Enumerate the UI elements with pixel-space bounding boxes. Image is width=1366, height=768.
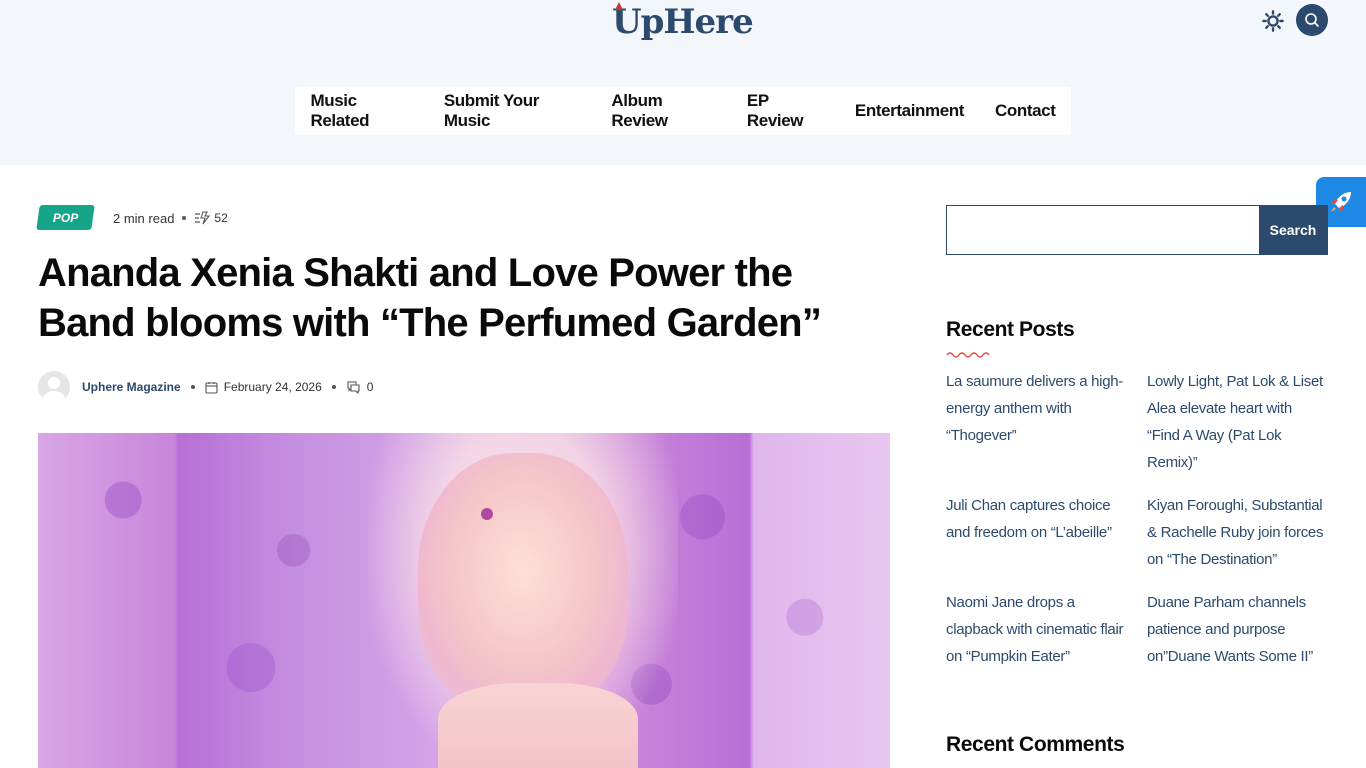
search-icon [1305,13,1319,27]
views-value: 52 [214,211,228,225]
recent-post-link[interactable]: La saumure delivers a high-energy anthem… [946,368,1127,476]
logo-text: UpHere [612,2,754,42]
views-count: 52 [194,211,228,225]
hero-bindi [481,508,493,520]
recent-post-link[interactable]: Duane Parham channels patience and purpo… [1147,589,1328,670]
main-nav: Music Related Submit Your Music Album Re… [295,87,1071,135]
nav-ep-review[interactable]: EP Review [731,91,839,131]
publish-date: February 24, 2026 [205,380,322,394]
calendar-icon [205,381,218,394]
nav-submit-your-music[interactable]: Submit Your Music [428,91,596,131]
sidebar-search: Search [946,205,1328,255]
article-title: Ananda Xenia Shakti and Love Power the B… [38,251,822,345]
author-row: Uphere Magazine February 24, 2026 0 [38,370,373,404]
rocket-icon [1331,192,1351,212]
category-badge[interactable]: POP [36,205,95,230]
meta-separator [190,385,195,389]
recent-post-link[interactable]: Juli Chan captures choice and freedom on… [946,492,1127,573]
recent-post-link[interactable]: Naomi Jane drops a clapback with cinemat… [946,589,1127,670]
site-header: UpHere Music Related Submit Your Music A… [0,0,1366,165]
read-meta: 2 min read 52 [113,208,228,228]
trending-icon [195,211,211,225]
category-label: POP [52,210,79,225]
featured-image [38,433,890,768]
read-time: 2 min read [113,210,175,226]
hero-hands [438,683,638,768]
recent-comments-title: Recent Comments [946,733,1125,756]
squiggle-decoration [946,352,990,358]
nav-album-review[interactable]: Album Review [596,91,732,131]
meta-separator [182,216,187,220]
recent-post-link[interactable]: Kiyan Foroughi, Substantial & Rachelle R… [1147,492,1328,573]
site-logo[interactable]: UpHere [612,2,754,42]
nav-entertainment[interactable]: Entertainment [839,101,979,121]
search-input[interactable] [947,206,1259,254]
nav-music-related[interactable]: Music Related [295,91,428,131]
search-button[interactable]: Search [1259,206,1327,254]
recent-posts-list: La saumure delivers a high-energy anthem… [946,368,1328,670]
author-name[interactable]: Uphere Magazine [82,380,181,394]
avatar[interactable] [38,371,70,403]
header-search-button[interactable] [1296,4,1328,36]
hero-face [418,453,628,713]
sun-icon[interactable] [1261,9,1285,33]
comments-value: 0 [366,380,374,394]
nav-contact[interactable]: Contact [980,101,1071,121]
date-text: February 24, 2026 [223,380,322,394]
recent-post-link[interactable]: Lowly Light, Pat Lok & Liset Alea elevat… [1147,368,1328,476]
comment-icon [347,381,360,394]
recent-posts-title: Recent Posts [946,318,1075,341]
meta-separator [331,385,336,389]
comments-count[interactable]: 0 [346,380,374,394]
